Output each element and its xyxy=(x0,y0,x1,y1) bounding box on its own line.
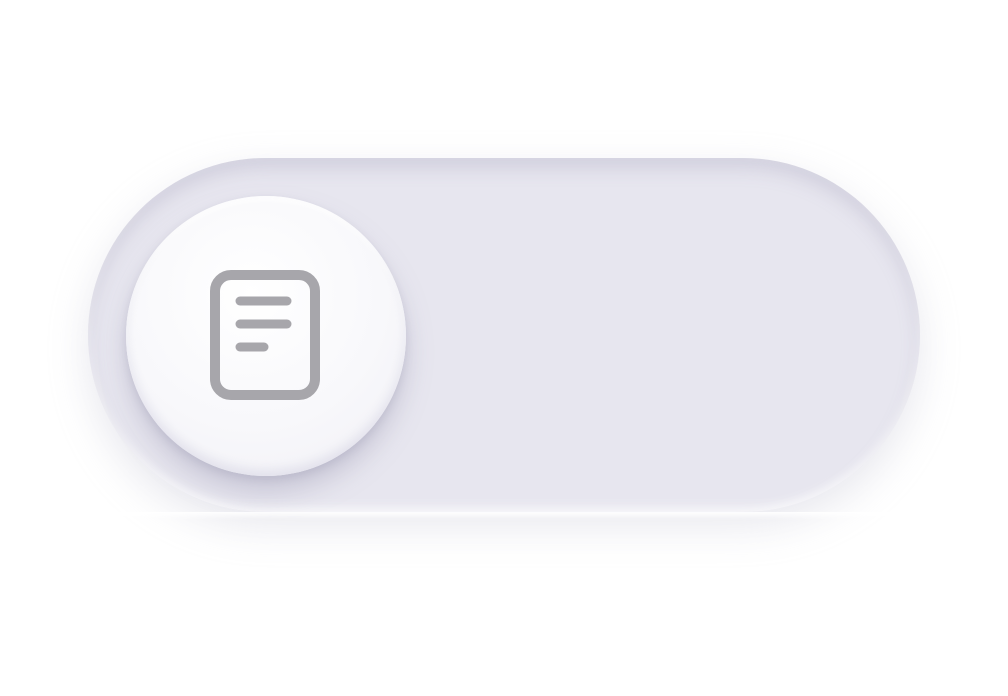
document-toggle-switch[interactable] xyxy=(88,158,920,512)
toggle-knob[interactable] xyxy=(126,196,406,476)
canvas xyxy=(0,0,1008,696)
document-icon xyxy=(210,270,320,400)
